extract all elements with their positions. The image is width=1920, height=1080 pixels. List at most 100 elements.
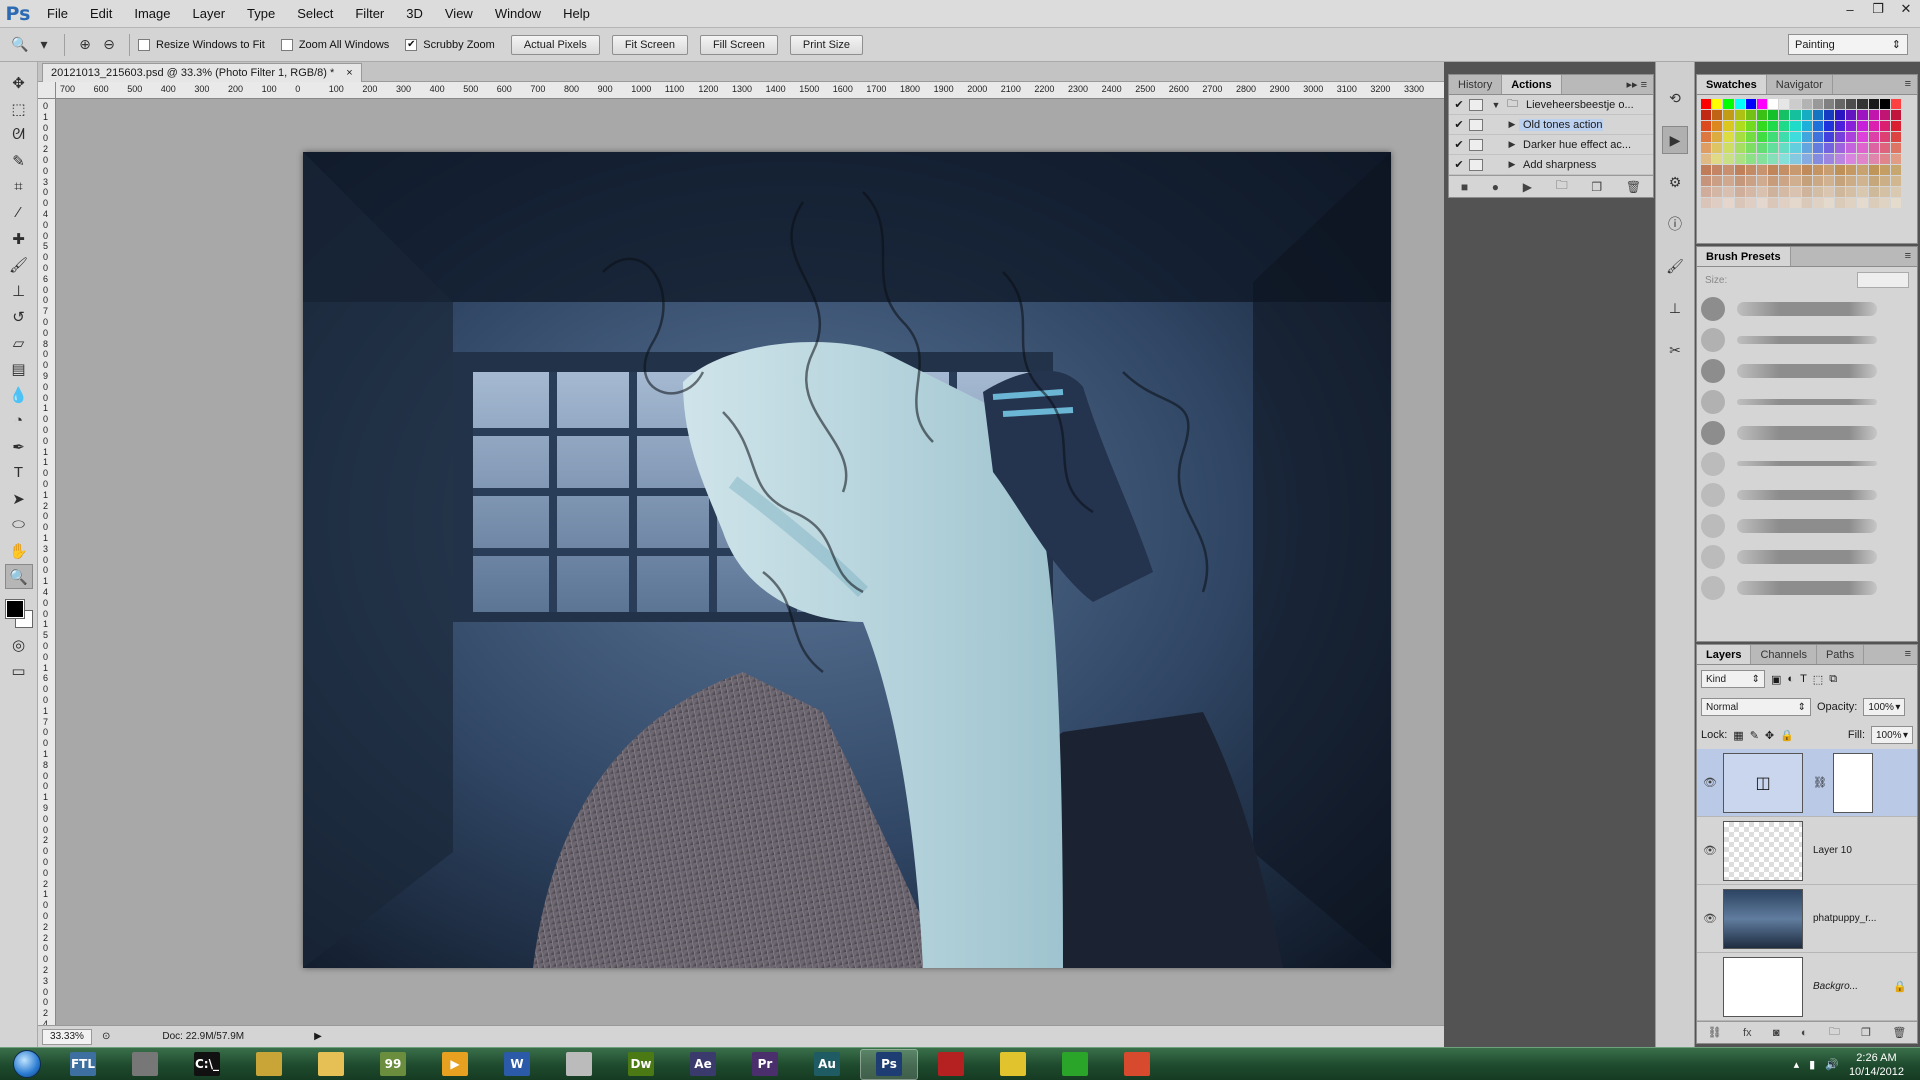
color-swatch[interactable] — [1701, 187, 1712, 197]
delete-layer-icon[interactable]: 🗑 — [1892, 1026, 1906, 1039]
color-swatch[interactable] — [1701, 165, 1712, 175]
fill-field[interactable]: 100% ▾ — [1871, 726, 1913, 744]
new-layer-icon[interactable]: ❐ — [1861, 1026, 1871, 1039]
color-swatch[interactable] — [1879, 198, 1890, 208]
color-swatch[interactable] — [1879, 154, 1890, 164]
tab-paths[interactable]: Paths — [1817, 645, 1865, 664]
taskbar-app-button[interactable] — [1108, 1049, 1166, 1080]
menu-item[interactable]: 3D — [395, 0, 434, 28]
color-swatch[interactable] — [1734, 121, 1745, 131]
layer-thumbnail[interactable] — [1723, 820, 1803, 881]
action-row[interactable]: ✔ ▶ Old tones action — [1449, 115, 1653, 135]
filter-shape-icon[interactable]: ⬚ — [1813, 673, 1823, 686]
color-swatch[interactable] — [1868, 154, 1879, 164]
brush-preset[interactable] — [1697, 479, 1917, 510]
layer-name[interactable]: phatpuppy_r... — [1813, 913, 1876, 924]
color-swatch[interactable] — [1868, 132, 1879, 142]
layer-row[interactable]: 👁 ◫ ⛓ — [1697, 749, 1917, 817]
eraser-tool-icon[interactable]: ▱ — [5, 330, 33, 355]
color-swatch[interactable] — [1701, 198, 1712, 208]
blur-tool-icon[interactable]: 💧 — [5, 382, 33, 407]
eyedropper-tool-icon[interactable]: ⁄ — [5, 200, 33, 225]
color-swatch[interactable] — [1801, 110, 1812, 120]
checkbox-box[interactable]: ✔ — [405, 38, 418, 51]
link-layers-icon[interactable]: ⛓ — [1708, 1026, 1722, 1039]
color-swatch[interactable] — [1835, 187, 1846, 197]
color-swatch[interactable] — [1745, 187, 1756, 197]
color-swatch[interactable] — [1812, 99, 1823, 109]
color-swatch[interactable] — [1890, 132, 1901, 142]
color-swatch[interactable] — [1868, 187, 1879, 197]
color-swatch[interactable] — [1835, 99, 1846, 109]
brush-preset[interactable] — [1697, 572, 1917, 603]
color-swatch[interactable] — [1801, 198, 1812, 208]
clone-stamp-tool-icon[interactable]: ⊥ — [5, 278, 33, 303]
color-swatch[interactable] — [1745, 99, 1756, 109]
color-swatch[interactable] — [1790, 198, 1801, 208]
color-swatch[interactable] — [1779, 132, 1790, 142]
dialog-toggle[interactable] — [1469, 158, 1483, 171]
color-swatch[interactable] — [1868, 110, 1879, 120]
taskbar-app-button[interactable]: 99 — [364, 1049, 422, 1080]
color-swatch[interactable] — [1712, 198, 1723, 208]
layer-mask-thumbnail[interactable] — [1832, 752, 1873, 813]
brush-size-field[interactable] — [1857, 272, 1909, 288]
stop-icon[interactable]: ■ — [1461, 180, 1468, 194]
color-swatch[interactable] — [1857, 121, 1868, 131]
marquee-tool-icon[interactable]: ⬚ — [5, 96, 33, 121]
history-panel-icon[interactable]: ⟲ — [1662, 84, 1688, 112]
color-swatch[interactable] — [1879, 143, 1890, 153]
hand-tool-icon[interactable]: ✋ — [5, 538, 33, 563]
color-swatch[interactable] — [1745, 110, 1756, 120]
color-swatch[interactable] — [1745, 198, 1756, 208]
horizontal-ruler[interactable]: 700 600 500 400 300 200 100 0 100 200 300 400 500 600… — [56, 82, 1444, 99]
color-swatch[interactable] — [1879, 132, 1890, 142]
color-swatch[interactable] — [1745, 165, 1756, 175]
link-icon[interactable]: ⛓ — [1813, 776, 1827, 789]
checkbox-box[interactable] — [280, 38, 293, 51]
color-swatch[interactable] — [1756, 121, 1767, 131]
crop-tool-icon[interactable]: ⌗ — [5, 174, 33, 199]
adjustment-layer-thumbnail[interactable]: ◫ — [1723, 752, 1803, 813]
brush-preset[interactable] — [1697, 293, 1917, 324]
color-swatch[interactable] — [1801, 176, 1812, 186]
color-swatch[interactable] — [1734, 187, 1745, 197]
taskbar-app-button[interactable]: Ae — [674, 1049, 732, 1080]
visibility-eye-icon[interactable]: 👁 — [1697, 912, 1723, 925]
color-swatch[interactable] — [1868, 143, 1879, 153]
taskbar-app-button[interactable]: FTL — [54, 1049, 112, 1080]
color-swatch[interactable] — [1812, 187, 1823, 197]
color-swatch[interactable] — [1779, 187, 1790, 197]
network-icon[interactable]: ▮ — [1809, 1058, 1815, 1071]
color-swatch[interactable] — [1723, 165, 1734, 175]
brush-preset[interactable] — [1697, 324, 1917, 355]
color-swatch[interactable] — [1890, 165, 1901, 175]
color-swatch[interactable] — [1801, 99, 1812, 109]
color-swatch[interactable] — [1835, 121, 1846, 131]
color-swatch[interactable] — [1779, 165, 1790, 175]
lock-pixels-icon[interactable]: ✎ — [1750, 729, 1759, 742]
color-swatch[interactable] — [1857, 132, 1868, 142]
lasso-tool-icon[interactable]: ᘛ — [5, 122, 33, 147]
fill-screen-button[interactable]: Fill Screen — [699, 34, 778, 55]
color-swatch[interactable] — [1868, 121, 1879, 131]
color-swatch[interactable] — [1756, 132, 1767, 142]
color-swatch[interactable] — [1857, 143, 1868, 153]
color-swatch[interactable] — [1846, 121, 1857, 131]
expand-arrow-icon[interactable]: ▼ — [1489, 100, 1503, 110]
tab-brush-presets[interactable]: Brush Presets — [1697, 247, 1791, 266]
color-swatch[interactable] — [1890, 176, 1901, 186]
opacity-field[interactable]: 100% ▾ — [1863, 698, 1906, 716]
layer-row[interactable]: 👁 phatpuppy_r... — [1697, 885, 1917, 953]
brush-preset[interactable] — [1697, 541, 1917, 572]
color-swatch[interactable] — [1745, 143, 1756, 153]
color-swatch[interactable] — [1790, 121, 1801, 131]
lock-transparency-icon[interactable]: ▦ — [1733, 729, 1743, 742]
color-swatch[interactable] — [1835, 165, 1846, 175]
zoom-all-windows-checkbox[interactable]: Zoom All Windows — [280, 38, 389, 51]
color-swatch[interactable] — [1701, 154, 1712, 164]
taskbar-app-button[interactable]: Au — [798, 1049, 856, 1080]
color-swatch[interactable] — [1846, 187, 1857, 197]
screen-mode-icon[interactable]: ▭ — [5, 658, 33, 683]
color-swatch[interactable] — [1756, 143, 1767, 153]
